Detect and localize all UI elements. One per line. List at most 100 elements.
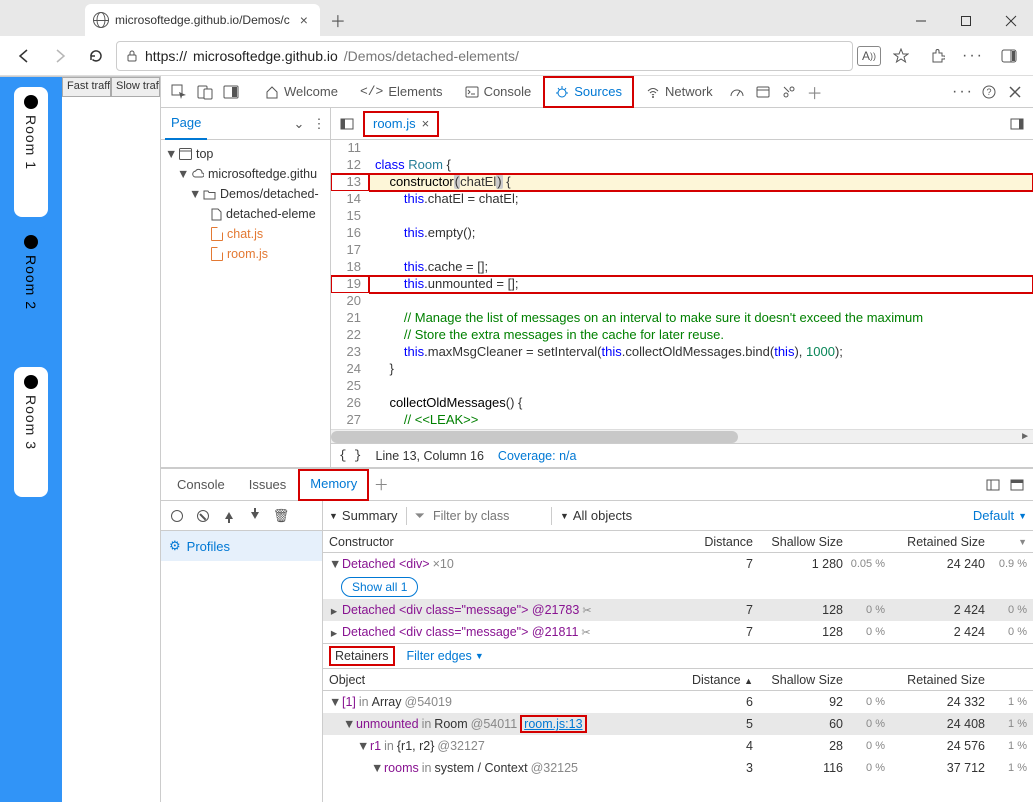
code-line[interactable]: 21 // Manage the list of messages on an … xyxy=(331,310,1033,327)
code-line[interactable]: 14 this.chatEl = chatEl; xyxy=(331,191,1033,208)
retainer-row[interactable]: ▼rooms in system / Context @3212531160 %… xyxy=(323,757,1033,779)
tab-performance[interactable] xyxy=(725,80,749,104)
code-line[interactable]: 13 constructor(chatEl) { xyxy=(331,174,1033,191)
tree-file-room-js[interactable]: room.js xyxy=(161,244,330,264)
code-line[interactable]: 25 xyxy=(331,378,1033,395)
code-line[interactable]: 19 this.unmounted = []; xyxy=(331,276,1033,293)
file-tree[interactable]: ▼top ▼microsoftedge.githu ▼Demos/detache… xyxy=(161,140,330,268)
code-line[interactable]: 23 this.maxMsgCleaner = setInterval(this… xyxy=(331,344,1033,361)
close-devtools-button[interactable] xyxy=(1003,80,1027,104)
settings-menu-button[interactable]: ··· xyxy=(951,80,975,104)
filter-edges-dropdown[interactable]: Filter edges▼ xyxy=(407,649,484,663)
code-area[interactable]: 1112class Room {13 constructor(chatEl) {… xyxy=(331,140,1033,429)
maximize-button[interactable] xyxy=(943,6,988,36)
inspect-element-button[interactable] xyxy=(167,80,191,104)
back-button[interactable] xyxy=(8,40,40,72)
drawer-expand-button[interactable] xyxy=(1005,473,1029,497)
tab-more[interactable] xyxy=(777,80,801,104)
retainer-row[interactable]: ▼[1] in Array @540196920 %24 3321 % xyxy=(323,691,1033,713)
col-distance[interactable]: Distance xyxy=(689,535,759,549)
refresh-button[interactable] xyxy=(80,40,112,72)
code-line[interactable]: 17 xyxy=(331,242,1033,259)
close-icon[interactable]: × xyxy=(422,116,430,131)
toggle-debugger-button[interactable] xyxy=(1005,112,1029,136)
code-line[interactable]: 12class Room { xyxy=(331,157,1033,174)
retainers-header[interactable]: Object Distance ▲ Shallow Size Retained … xyxy=(323,669,1033,691)
tab-welcome[interactable]: Welcome xyxy=(255,76,348,108)
load-button[interactable] xyxy=(217,504,241,528)
col-shallow[interactable]: Shallow Size xyxy=(759,535,849,549)
code-line[interactable]: 20 xyxy=(331,293,1033,310)
tree-file-html[interactable]: detached-eleme xyxy=(161,204,330,224)
navigator-more-button[interactable]: ⋮ xyxy=(312,112,326,136)
sidebar-button[interactable] xyxy=(993,40,1025,72)
source-link[interactable]: room.js:13 xyxy=(520,715,586,733)
heap-snapshot-table[interactable]: Constructor Distance Shallow Size Retain… xyxy=(323,531,1033,802)
code-line[interactable]: 27 // <<LEAK>> xyxy=(331,412,1033,429)
heap-row[interactable]: ▼Detached <div> ×1071 2800.05 %24 2400.9… xyxy=(323,553,1033,575)
heap-row[interactable]: ▸Detached <div class="message"> @21783 ✂… xyxy=(323,599,1033,621)
view-dropdown[interactable]: ▼Summary xyxy=(329,508,398,523)
clear-button[interactable] xyxy=(191,504,215,528)
slow-traffic-button[interactable]: Slow traffic xyxy=(111,77,160,97)
toggle-navigator-button[interactable] xyxy=(335,112,359,136)
col-retained-ret[interactable]: Retained Size xyxy=(891,673,991,687)
tab-close-button[interactable]: × xyxy=(296,12,312,28)
record-button[interactable] xyxy=(165,504,189,528)
col-distance-ret[interactable]: Distance ▲ xyxy=(689,673,759,687)
navigator-page-tab[interactable]: Page xyxy=(165,108,207,140)
room-button-1[interactable]: Room 1 xyxy=(14,87,48,217)
device-emulation-button[interactable] xyxy=(193,80,217,104)
code-line[interactable]: 26 collectOldMessages() { xyxy=(331,395,1033,412)
filter-input[interactable] xyxy=(433,509,543,523)
drawer-tab-memory[interactable]: Memory xyxy=(298,469,369,501)
heap-row[interactable]: ▸Detached <div class="message"> @21811 ✂… xyxy=(323,621,1033,643)
profiles-item[interactable]: ⚙ Profiles xyxy=(161,531,322,561)
tree-folder[interactable]: ▼Demos/detached- xyxy=(161,184,330,204)
menu-button[interactable]: ··· xyxy=(957,40,989,72)
code-line[interactable]: 18 this.cache = []; xyxy=(331,259,1033,276)
coverage-link[interactable]: Coverage: n/a xyxy=(498,449,577,463)
fast-traffic-button[interactable]: Fast traffic xyxy=(62,77,111,97)
drawer-tab-console[interactable]: Console xyxy=(165,469,237,501)
browser-tab[interactable]: microsoftedge.github.io/Demos/c × xyxy=(85,4,320,36)
minimize-button[interactable] xyxy=(898,6,943,36)
tab-network[interactable]: Network xyxy=(636,76,723,108)
tab-sources[interactable]: Sources xyxy=(543,76,634,108)
help-button[interactable]: ? xyxy=(977,80,1001,104)
favorite-button[interactable] xyxy=(885,40,917,72)
show-all-button[interactable]: Show all 1 xyxy=(341,577,418,597)
forward-button[interactable] xyxy=(44,40,76,72)
col-object[interactable]: Object xyxy=(323,673,689,687)
horizontal-scrollbar[interactable]: ◄► xyxy=(331,429,1033,443)
url-field[interactable]: https://microsoftedge.github.io/Demos/de… xyxy=(116,41,853,71)
chevron-down-icon[interactable]: ⌄ xyxy=(290,112,308,136)
delete-button[interactable]: 🗑 xyxy=(269,504,293,528)
retainer-row[interactable]: ▼r1 in {r1, r2} @321274280 %24 5761 % xyxy=(323,735,1033,757)
col-shallow-ret[interactable]: Shallow Size xyxy=(759,673,849,687)
braces-icon[interactable]: { } xyxy=(339,449,362,463)
col-constructor[interactable]: Constructor xyxy=(323,535,689,549)
new-tab-button[interactable]: ＋ xyxy=(324,6,352,34)
tree-top[interactable]: ▼top xyxy=(161,144,330,164)
code-line[interactable]: 24 } xyxy=(331,361,1033,378)
add-drawer-tab-button[interactable]: ＋ xyxy=(369,473,393,497)
tree-origin[interactable]: ▼microsoftedge.githu xyxy=(161,164,330,184)
code-line[interactable]: 22 // Store the extra messages in the ca… xyxy=(331,327,1033,344)
code-line[interactable]: 16 this.empty(); xyxy=(331,225,1033,242)
code-line[interactable]: 15 xyxy=(331,208,1033,225)
room-button-2[interactable]: Room 2 xyxy=(14,227,48,357)
col-retained[interactable]: Retained Size xyxy=(891,535,991,549)
extensions-button[interactable] xyxy=(921,40,953,72)
drawer-tab-issues[interactable]: Issues xyxy=(237,469,299,501)
room-button-3[interactable]: Room 3 xyxy=(14,367,48,497)
tab-application[interactable] xyxy=(751,80,775,104)
editor-tab-room-js[interactable]: room.js × xyxy=(363,111,439,137)
tab-elements[interactable]: </>Elements xyxy=(350,76,453,108)
read-aloud-button[interactable]: A)) xyxy=(857,46,881,66)
save-button[interactable] xyxy=(243,504,267,528)
tree-file-chat-js[interactable]: chat.js xyxy=(161,224,330,244)
close-window-button[interactable] xyxy=(988,6,1033,36)
scope-dropdown[interactable]: ▼All objects xyxy=(560,508,632,523)
code-line[interactable]: 11 xyxy=(331,140,1033,157)
